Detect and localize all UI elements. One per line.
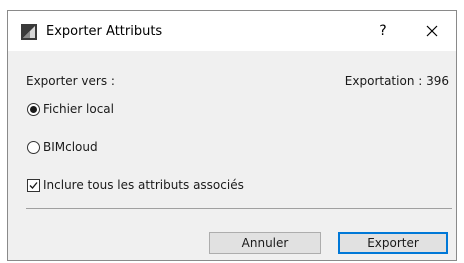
include-associated-checkbox[interactable]: [27, 179, 40, 192]
radio-label-local-file[interactable]: Fichier local: [43, 101, 114, 117]
dialog-content: Exporter vers : Exportation : 396 Fichie…: [8, 51, 456, 260]
close-button[interactable]: [412, 17, 452, 45]
separator-line: [26, 208, 452, 209]
cancel-button[interactable]: Annuler: [209, 232, 321, 254]
window-title: Exporter Attributs: [46, 24, 163, 39]
background-strip: [0, 0, 464, 10]
export-to-label: Exporter vers :: [26, 74, 115, 88]
export-attributes-dialog: Exporter Attributs ? Exporter vers : Exp…: [7, 10, 457, 261]
radio-button-local-file[interactable]: [27, 103, 40, 116]
help-button[interactable]: ?: [368, 17, 398, 45]
include-associated-label[interactable]: Inclure tous les attributs associés: [43, 177, 244, 193]
export-count-label: Exportation : 396: [344, 74, 449, 88]
title-bar: Exporter Attributs ?: [8, 11, 456, 51]
export-button[interactable]: Exporter: [338, 232, 448, 254]
radio-selected-dot: [30, 106, 37, 113]
radio-label-bimcloud[interactable]: BIMcloud: [43, 139, 98, 155]
close-icon: [426, 25, 438, 37]
archicad-icon: [21, 24, 37, 40]
radio-button-bimcloud[interactable]: [27, 141, 40, 154]
checkmark-icon: [29, 182, 38, 189]
